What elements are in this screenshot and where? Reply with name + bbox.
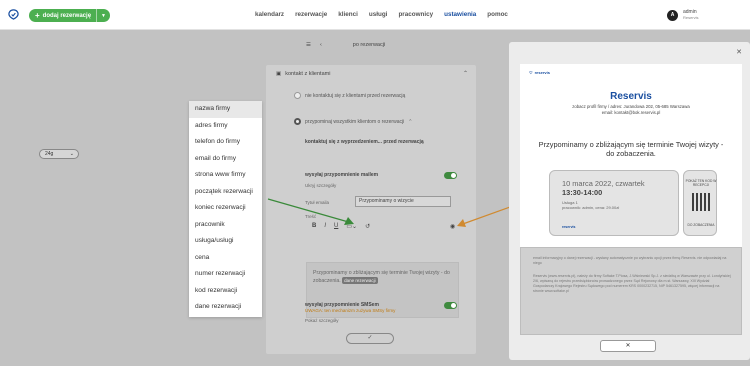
close-icon[interactable]: ✕	[736, 48, 742, 56]
email-preview: ♡ reservis Reservis zobacz profil firmy …	[520, 64, 742, 259]
email-title: Reservis	[610, 91, 652, 102]
add-reservation-button[interactable]: + dodaj rezerwację ▼	[29, 9, 110, 22]
chevron-down-icon: ⌄	[69, 151, 74, 157]
annotation-arrows	[267, 198, 511, 227]
section-title: kontakt z klientami	[285, 71, 331, 77]
email-logo: ♡ reservis	[529, 70, 550, 75]
variable-item[interactable]: usługa/usługi	[189, 233, 262, 250]
variables-dropdown: nazwa firmy adres firmy telefon do firmy…	[189, 101, 262, 317]
footer-legal: Reservis (www.reservis.pl), należy do fi…	[533, 274, 731, 293]
chevron-up-icon[interactable]: ⌃	[408, 119, 412, 125]
close-preview-button[interactable]: ✕	[600, 340, 656, 352]
radio-button-selected[interactable]	[294, 118, 301, 125]
ticket-logo: reservis	[562, 225, 576, 229]
reservation-ticket: 10 marca 2022, czwartek 13:30-14:00 Usłu…	[549, 170, 679, 236]
variable-item[interactable]: nazwa firmy	[189, 101, 262, 118]
variable-item[interactable]: pracownik	[189, 217, 262, 234]
sms-details-link[interactable]: Pokaż szczegóły	[305, 318, 339, 323]
variable-item[interactable]: koniec rezerwacji	[189, 200, 262, 217]
add-reservation-label: dodaj rezerwację	[42, 12, 92, 19]
ticket-qr-stub: POKAŻ TEN KOD W RECEPCJI DO ZOBACZENIA	[683, 170, 717, 236]
top-navigation-bar: + dodaj rezerwację ▼ kalendarz rezerwacj…	[0, 0, 750, 30]
email-subtitle-line-2: email: kontakt@bok.reservis.pl	[601, 110, 661, 115]
qr-code-icon	[692, 193, 710, 211]
email-preview-modal: ✕ ♡ reservis Reservis zobacz profil firm…	[509, 42, 750, 360]
nav-rezerwacje[interactable]: rezerwacje	[295, 11, 327, 18]
radio-remind-all[interactable]: przypominaj wszystkim klientom o rezerwa…	[294, 118, 412, 125]
user-menu[interactable]: A admin Reservis	[667, 9, 699, 21]
variable-item[interactable]: telefon do firmy	[189, 134, 262, 151]
breadcrumb: ☰ ‹ po rezerwacji	[306, 42, 385, 48]
variable-item[interactable]: cena	[189, 250, 262, 267]
user-company: Reservis	[683, 15, 699, 20]
main-nav: kalendarz rezerwacje klienci usługi prac…	[255, 11, 508, 18]
chevron-left-icon[interactable]: ‹	[320, 42, 322, 48]
variable-item[interactable]: strona www firmy	[189, 167, 262, 184]
reservation-data-tag[interactable]: dane rezerwacji	[342, 277, 378, 284]
reservis-logo-icon: ♡	[529, 70, 533, 75]
contact-icon: ▣	[276, 71, 282, 77]
sms-toggle[interactable]	[444, 302, 457, 309]
ticket-time: 13:30-14:00	[562, 188, 603, 197]
editor-text: Przypominamy o zbliżającym się terminie …	[313, 270, 450, 284]
advance-label: kontaktuj się z wyprzedzeniem... przed r…	[305, 139, 424, 145]
user-info: admin Reservis	[683, 9, 699, 21]
nav-pomoc[interactable]: pomoc	[487, 11, 508, 18]
radio-no-contact[interactable]: nie kontaktuj się z klientami przed reze…	[294, 92, 405, 99]
variable-item[interactable]: kod rezerwacji	[189, 283, 262, 300]
section-header[interactable]: ▣ kontakt z klientami	[276, 71, 330, 77]
ticket-details: pracownik: admin, cena: 29.00zł	[562, 205, 620, 210]
advance-select[interactable]: 24g ⌄	[39, 149, 79, 159]
footer-notice: email informacyjny o danej rezerwacji - …	[533, 256, 727, 265]
chevron-down-icon[interactable]: ▼	[96, 9, 110, 22]
variable-item[interactable]: email do firmy	[189, 151, 262, 168]
variable-item[interactable]: adres firmy	[189, 118, 262, 135]
confirm-button[interactable]: ✓	[346, 333, 394, 344]
radio-no-contact-label: nie kontaktuj się z klientami przed reze…	[305, 92, 406, 99]
sms-warning: UWAGA: ten mechanizm zużywa SMSy firmy	[305, 308, 396, 313]
variable-item[interactable]: początek rezerwacji	[189, 184, 262, 201]
email-details-link[interactable]: Ukryj szczegóły	[305, 183, 336, 188]
advance-select-value: 24g	[45, 151, 54, 157]
ticket-info: Usługa 1 pracownik: admin, cena: 29.00zł	[562, 200, 619, 210]
radio-button[interactable]	[294, 92, 301, 99]
page-title: po rezerwacji	[352, 42, 386, 48]
nav-klienci[interactable]: klienci	[338, 11, 358, 18]
chevron-up-icon[interactable]: ⌃	[463, 70, 468, 77]
variable-item[interactable]: dane rezerwacji	[189, 299, 262, 316]
ticket-date: 10 marca 2022, czwartek	[562, 179, 645, 188]
ticket-qr-caption: POKAŻ TEN KOD W RECEPCJI	[685, 179, 717, 187]
email-footer: email informacyjny o danej rezerwacji - …	[520, 247, 742, 335]
menu-icon[interactable]: ☰	[306, 42, 311, 48]
plus-icon: +	[35, 11, 40, 20]
email-toggle-label: wysyłaj przypomnienie mailem	[305, 172, 379, 178]
variable-item[interactable]: numer rezerwacji	[189, 266, 262, 283]
editor-content: Przypominamy o zbliżającym się terminie …	[313, 270, 455, 285]
nav-ustawienia[interactable]: ustawienia	[444, 11, 476, 18]
email-logo-text: reservis	[534, 70, 550, 75]
nav-pracownicy[interactable]: pracownicy	[398, 11, 433, 18]
nav-kalendarz[interactable]: kalendarz	[255, 11, 284, 18]
ticket-qr-footer: DO ZOBACZENIA	[687, 223, 715, 227]
reservis-logo-icon[interactable]	[8, 9, 19, 20]
avatar: A	[667, 9, 678, 21]
radio-remind-all-label: przypominaj wszystkim klientom o rezerwa…	[305, 118, 405, 125]
email-subtitle: zobacz profil firmy / adres: Jurandowa 2…	[520, 104, 742, 116]
email-message: Przypominamy o zbliżającym się terminie …	[538, 140, 724, 158]
nav-uslugi[interactable]: usługi	[369, 11, 388, 18]
email-toggle[interactable]	[444, 172, 457, 179]
